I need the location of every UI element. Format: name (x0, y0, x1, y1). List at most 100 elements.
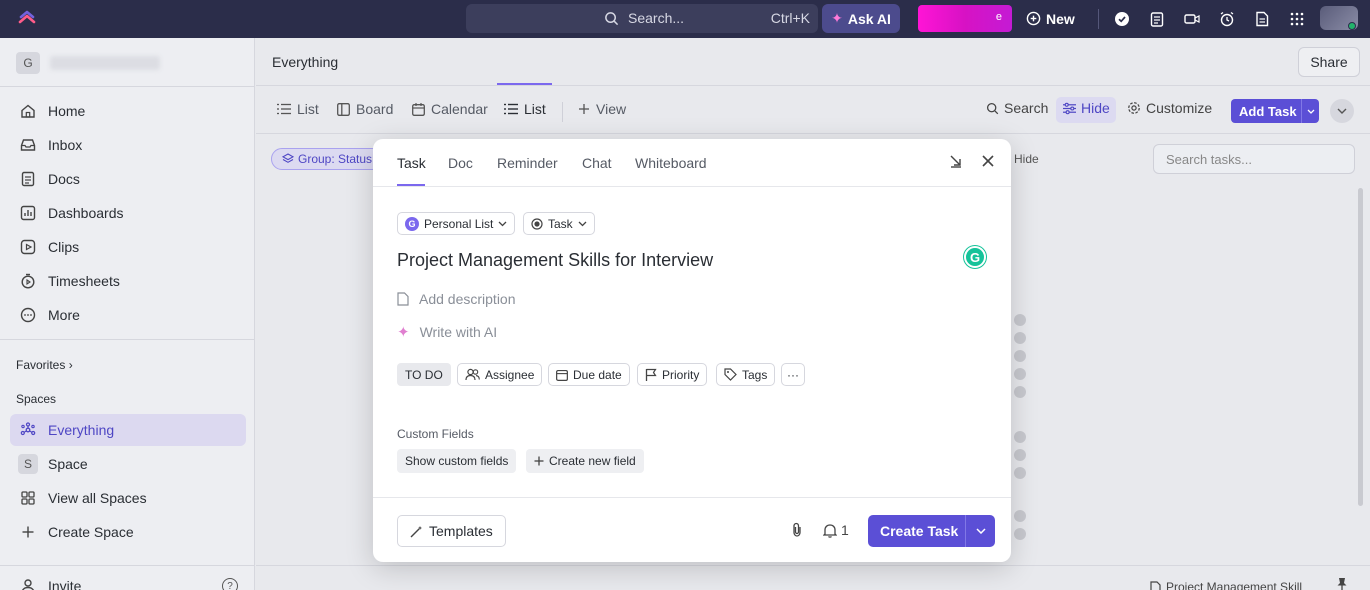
breadcrumb[interactable]: Everything (272, 54, 338, 70)
tab-task[interactable]: Task (397, 155, 426, 171)
tab-reminder[interactable]: Reminder (497, 155, 558, 171)
status-button[interactable]: TO DO (397, 363, 451, 386)
background-task-markers (1014, 510, 1026, 546)
task-name-input[interactable]: Project Management Skills for Interview (397, 250, 713, 271)
sidebar-item-more[interactable]: More (10, 299, 246, 331)
ask-ai-button[interactable]: ✦ Ask AI (822, 4, 900, 33)
notepad-icon[interactable] (1147, 9, 1167, 29)
customize-tool[interactable]: Customize (1127, 100, 1212, 116)
new-button[interactable]: New (1026, 4, 1075, 33)
add-task-label: Add Task (1239, 103, 1297, 119)
sliders-icon (1063, 102, 1076, 114)
hide-tool[interactable]: Hide (1063, 100, 1110, 116)
everything-icon (20, 422, 36, 436)
tab-whiteboard[interactable]: Whiteboard (635, 155, 707, 171)
sidebar-item-home[interactable]: Home (10, 95, 246, 127)
priority-button[interactable]: Priority (637, 363, 708, 386)
check-circle-icon[interactable] (1112, 9, 1132, 29)
customize-tool-label: Customize (1146, 100, 1213, 116)
sidebar-item-dashboards[interactable]: Dashboards (10, 197, 246, 229)
add-view-button[interactable]: View (578, 101, 626, 117)
list-avatar: G (405, 216, 419, 231)
templates-label: Templates (429, 523, 493, 539)
search-shortcut: Ctrl+K (770, 10, 810, 26)
search-tasks-input[interactable]: Search tasks... (1153, 144, 1355, 174)
sparkle-icon: ✦ (397, 324, 410, 341)
clickup-logo-icon[interactable] (18, 9, 36, 29)
chevron-right-icon: › (68, 358, 73, 372)
tags-button[interactable]: Tags (716, 363, 776, 386)
user-avatar[interactable] (1320, 6, 1358, 30)
templates-button[interactable]: Templates (397, 515, 506, 547)
tab-calendar[interactable]: Calendar (412, 101, 488, 117)
doc-icon[interactable] (1252, 9, 1272, 29)
favorites-label: Favorites (16, 358, 66, 372)
add-view-label: View (596, 101, 627, 117)
collapse-toolbar-button[interactable] (1330, 99, 1354, 123)
create-new-field-button[interactable]: Create new field (526, 449, 644, 473)
tab-list-active[interactable]: List (504, 101, 546, 117)
sidebar-item-everything[interactable]: Everything (10, 414, 246, 446)
group-by-status-button[interactable]: Group: Status (271, 148, 384, 170)
minimize-icon[interactable] (949, 154, 963, 171)
pin-icon[interactable] (1336, 577, 1348, 590)
chevron-down-icon[interactable] (965, 515, 995, 547)
attachment-icon[interactable] (791, 522, 803, 540)
video-icon[interactable] (1182, 9, 1202, 29)
sidebar-item-clips[interactable]: Clips (10, 231, 246, 263)
notify-watchers-button[interactable]: 1 (823, 522, 849, 538)
global-search[interactable]: Search... Ctrl+K (466, 4, 818, 33)
tab-doc[interactable]: Doc (448, 155, 473, 171)
search-tool[interactable]: Search (986, 100, 1048, 116)
add-task-button[interactable]: Add Task (1231, 99, 1319, 123)
grammarly-icon[interactable]: G (964, 246, 986, 268)
apps-grid-icon[interactable] (1287, 9, 1307, 29)
docs-icon (21, 171, 35, 187)
sidebar: G Home Inbox Docs Dashboards Clips Times… (0, 38, 255, 590)
write-with-ai-label: Write with AI (419, 324, 498, 340)
write-with-ai-button[interactable]: ✦ Write with AI (397, 323, 497, 341)
custom-fields-label: Custom Fields (397, 427, 474, 441)
sidebar-item-invite[interactable]: Invite (10, 570, 246, 590)
sidebar-item-view-all-spaces[interactable]: View all Spaces (10, 482, 246, 514)
tab-label: List (524, 101, 546, 117)
sidebar-item-inbox[interactable]: Inbox (10, 129, 246, 161)
ask-ai-label: Ask AI (847, 10, 891, 27)
sidebar-item-docs[interactable]: Docs (10, 163, 246, 195)
tags-label: Tags (742, 367, 768, 382)
search-tool-label: Search (1004, 100, 1049, 116)
add-description-field[interactable]: Add description (397, 291, 516, 307)
more-options-button[interactable]: ··· (781, 363, 805, 386)
hide-closed-toggle[interactable]: Hide (1014, 152, 1039, 166)
tab-board[interactable]: Board (337, 101, 393, 117)
show-custom-fields-button[interactable]: Show custom fields (397, 449, 517, 473)
favorites-section[interactable]: Favorites › (16, 358, 73, 372)
help-icon[interactable]: ? (222, 578, 238, 590)
sidebar-item-label: More (48, 307, 80, 323)
promo-banner[interactable]: e (918, 5, 1012, 32)
close-icon[interactable] (981, 154, 995, 171)
sidebar-item-space[interactable]: S Space (10, 448, 246, 480)
create-task-button[interactable]: Create Task (868, 515, 995, 547)
calendar-icon (556, 369, 568, 381)
task-type-selector[interactable]: Task (523, 212, 595, 235)
minimized-task-tab[interactable]: Project Management Skill (1150, 580, 1302, 590)
share-button[interactable]: Share (1298, 47, 1360, 77)
assignee-button[interactable]: Assignee (457, 363, 543, 386)
tab-list[interactable]: List (277, 101, 319, 117)
workspace-switcher[interactable]: G (16, 52, 160, 74)
scrollbar[interactable] (1358, 188, 1363, 506)
due-date-button[interactable]: Due date (548, 363, 630, 386)
list-icon (504, 103, 518, 115)
sidebar-item-timesheets[interactable]: Timesheets (10, 265, 246, 297)
chevron-down-icon (1337, 108, 1347, 114)
sidebar-item-label: Home (48, 103, 86, 119)
show-custom-fields-label: Show custom fields (405, 454, 509, 468)
chevron-down-icon[interactable] (1301, 99, 1319, 123)
tab-chat[interactable]: Chat (582, 155, 612, 171)
users-icon (465, 368, 480, 381)
alarm-icon[interactable] (1217, 9, 1237, 29)
sidebar-item-label: Space (48, 456, 88, 472)
sidebar-item-create-space[interactable]: Create Space (10, 516, 246, 548)
list-selector[interactable]: G Personal List (397, 212, 516, 235)
